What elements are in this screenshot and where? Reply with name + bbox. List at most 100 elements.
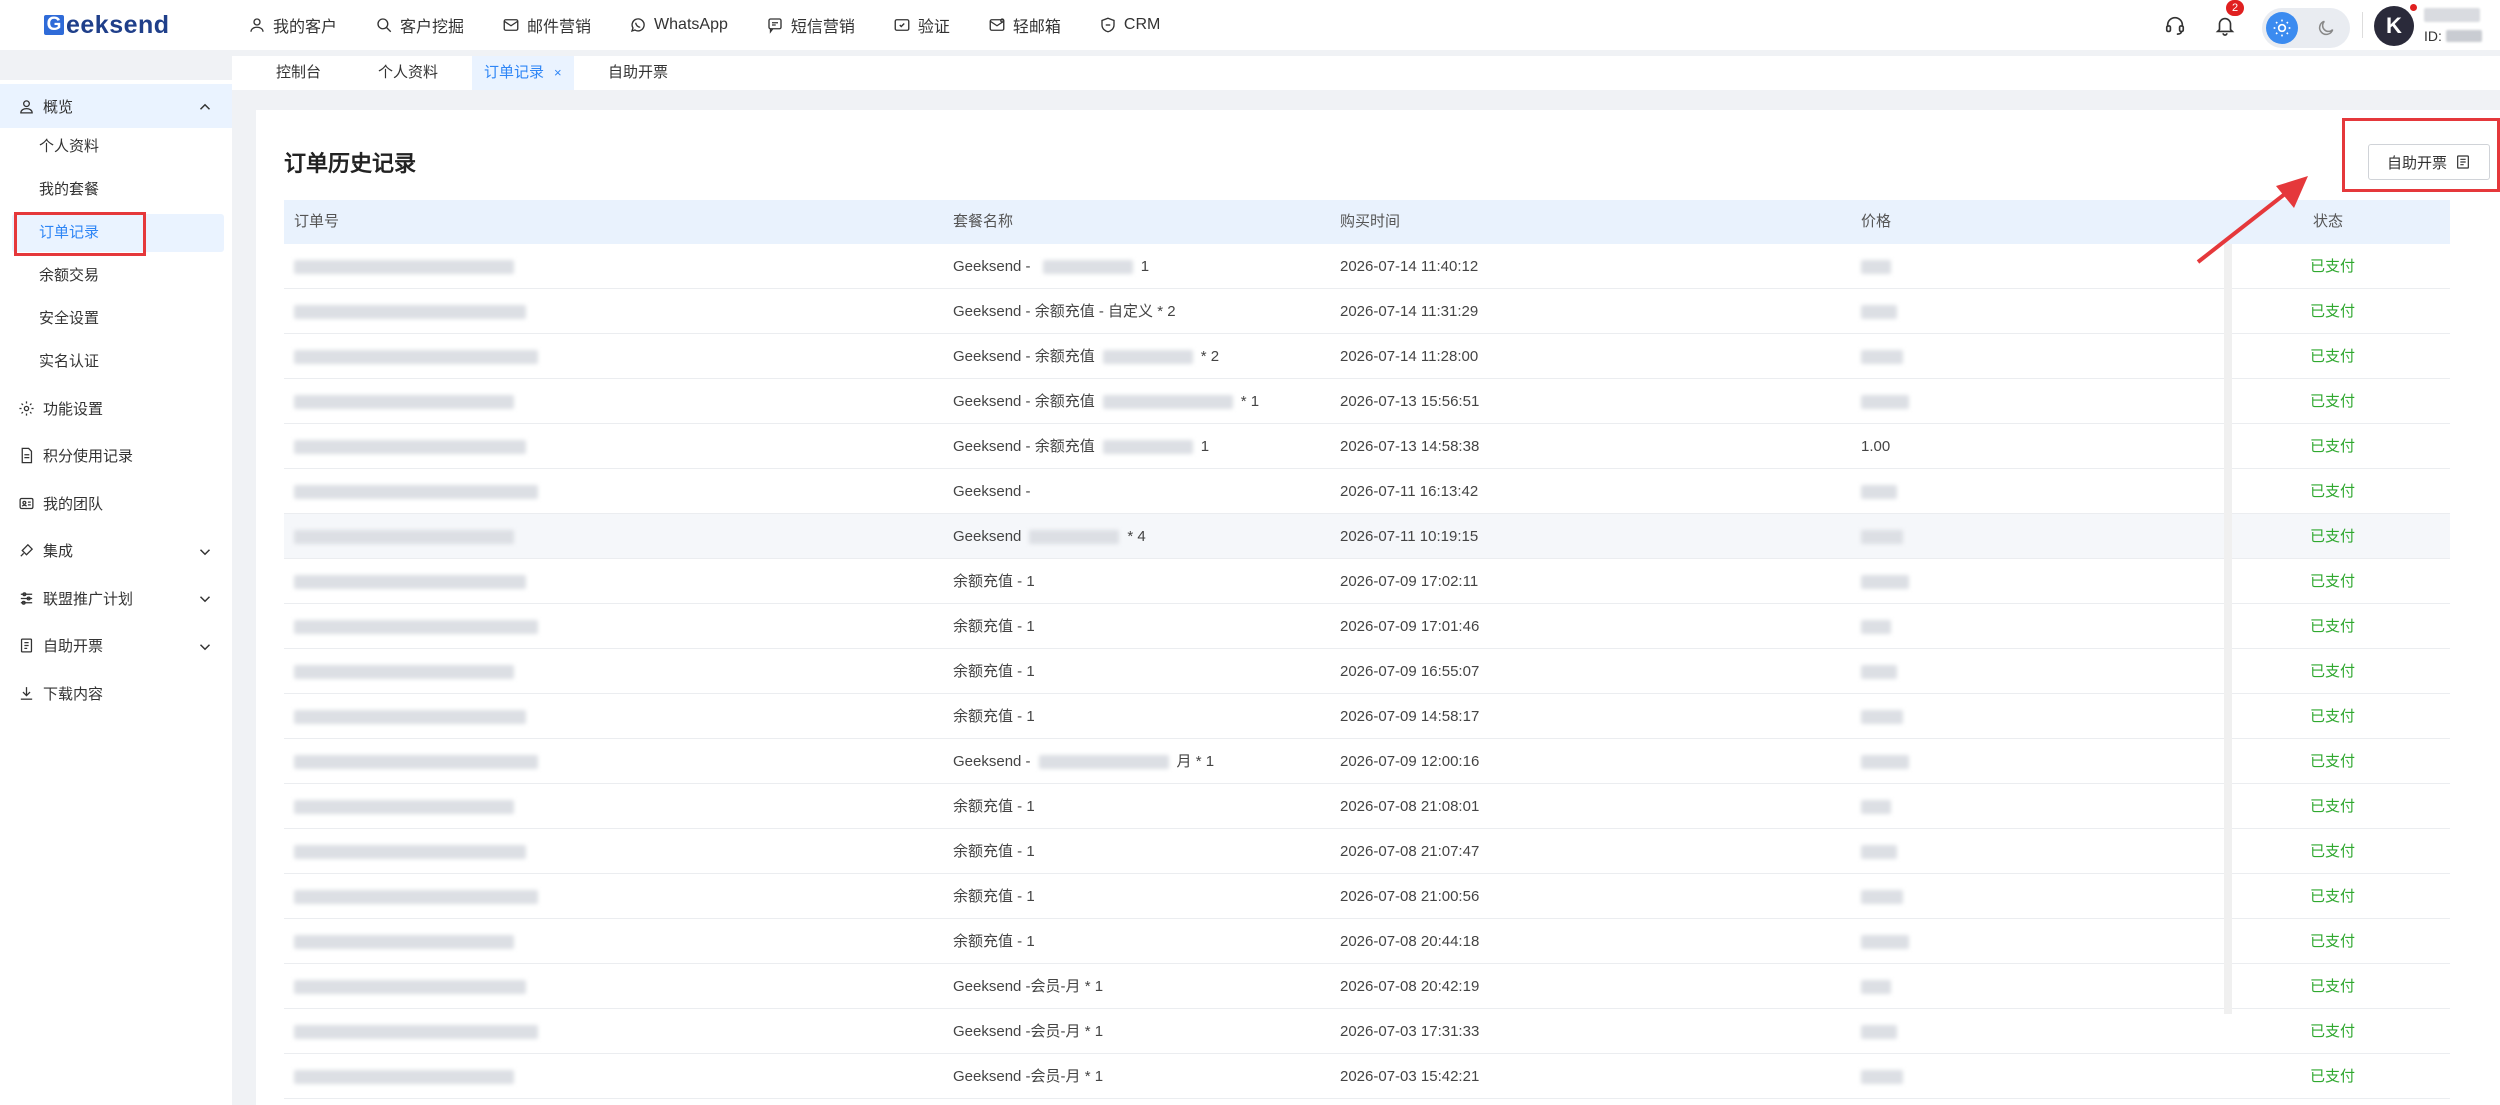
price-cell — [1861, 964, 1891, 1009]
nav-item-3[interactable]: WhatsApp — [629, 16, 728, 34]
tab-self-invoice[interactable]: 自助开票 — [596, 56, 680, 90]
table-row[interactable]: 余额充值 - 1 2026-07-08 21:00:56 已支付 — [284, 874, 2450, 919]
redacted-order-no — [294, 620, 538, 635]
table-row[interactable]: Geeksend * 4 2026-07-11 10:19:15 已支付 — [284, 514, 2450, 559]
nav-item-2[interactable]: 邮件营销 — [502, 13, 591, 37]
tab-dashboard[interactable]: 控制台 — [264, 56, 333, 90]
table-row[interactable]: Geeksend - 1 2026-07-14 11:40:12 已支付 — [284, 244, 2450, 289]
package-name: 余额充值 - 1 — [953, 798, 1035, 815]
nav-item-6[interactable]: 轻邮箱 — [988, 13, 1061, 37]
table-scrollbar[interactable] — [2224, 244, 2232, 1014]
table-row[interactable]: Geeksend - 月 * 1 2026-07-09 12:00:16 已支付 — [284, 739, 2450, 784]
table-row[interactable]: 余额充值 - 1 2026-07-09 14:58:17 已支付 — [284, 694, 2450, 739]
table-row[interactable]: 余额充值 - 1 2026-07-08 21:07:47 已支付 — [284, 829, 2450, 874]
time-cell: 2026-07-11 16:13:42 — [1340, 483, 1479, 500]
sidebar-item-5[interactable]: 实名认证 — [12, 343, 224, 381]
download-icon — [20, 686, 33, 700]
sidebar-item-label: 实名认证 — [39, 353, 100, 370]
nav-item-0[interactable]: 我的客户 — [248, 13, 337, 37]
redacted-order-no — [294, 485, 538, 500]
table-row[interactable]: 余额充值 - 1 2026-07-09 17:02:11 已支付 — [284, 559, 2450, 604]
bell-icon[interactable] — [2214, 14, 2236, 36]
headset-icon[interactable] — [2164, 14, 2186, 36]
close-icon[interactable]: × — [554, 65, 562, 80]
order-history-card: 订单历史记录 自助开票 订单号 套餐名称 购买时间 价格 状态 Geeksend… — [256, 110, 2500, 1105]
table-row[interactable]: 余额充值 - 1 2026-07-09 17:01:46 已支付 — [284, 604, 2450, 649]
nav-item-1[interactable]: 客户挖掘 — [375, 13, 464, 37]
status-badge: 已支付 — [2310, 573, 2356, 590]
sidebar-group-6[interactable]: 下载内容 — [0, 671, 232, 715]
order-no-cell — [294, 1054, 514, 1099]
tab-label: 自助开票 — [608, 64, 669, 81]
price-cell — [1861, 469, 1897, 514]
status-badge: 已支付 — [2310, 708, 2356, 725]
time-cell: 2026-07-09 17:02:11 — [1340, 573, 1479, 590]
sidebar-item-4[interactable]: 安全设置 — [12, 300, 224, 338]
sidebar-item-2[interactable]: 订单记录 — [12, 214, 224, 252]
order-no-cell — [294, 424, 526, 469]
time-cell: 2026-07-08 21:07:47 — [1340, 843, 1480, 860]
status-badge: 已支付 — [2310, 303, 2356, 320]
package-name-tail: 1 — [1140, 258, 1150, 275]
theme-toggle[interactable] — [2262, 8, 2350, 48]
person-icon — [20, 99, 33, 114]
self-invoice-button[interactable]: 自助开票 — [2368, 144, 2490, 180]
table-row[interactable]: Geeksend -会员-月 * 1 2026-07-03 15:42:21 已支付 — [284, 1054, 2450, 1099]
sidebar-item-1[interactable]: 我的套餐 — [12, 171, 224, 209]
package-cell: Geeksend - 余额充值 - 自定义 * 2 — [953, 289, 1176, 334]
table-row[interactable]: 余额充值 - 1 2026-07-08 20:44:18 已支付 — [284, 919, 2450, 964]
time-cell: 2026-07-08 20:42:19 — [1340, 978, 1480, 995]
online-dot — [2410, 4, 2417, 11]
package-name-tail: * 4 — [1127, 528, 1146, 545]
moon-icon[interactable] — [2316, 18, 2336, 38]
user-name-redacted — [2424, 8, 2480, 22]
table-row[interactable]: 余额充值 - 1 2026-07-09 16:55:07 已支付 — [284, 649, 2450, 694]
table-row[interactable]: Geeksend -会员-月 * 1 2026-07-08 20:42:19 已支付 — [284, 964, 2450, 1009]
chevron-down-icon[interactable] — [196, 543, 214, 561]
nav-item-7[interactable]: CRM — [1099, 16, 1160, 34]
sidebar-item-3[interactable]: 余额交易 — [12, 257, 224, 295]
status-badge: 已支付 — [2310, 843, 2356, 860]
document-icon — [21, 447, 33, 464]
table-row[interactable]: Geeksend - 2026-07-11 16:13:42 已支付 — [284, 469, 2450, 514]
package-name: 余额充值 - 1 — [953, 843, 1035, 860]
redacted-order-no — [294, 890, 538, 905]
redacted-order-no — [294, 845, 526, 860]
table-row[interactable]: Geeksend - 余额充值 * 1 2026-07-13 15:56:51 已支付 — [284, 379, 2450, 424]
sidebar-overview[interactable]: 概览 — [0, 84, 232, 128]
sidebar-group-5[interactable]: 自助开票 — [0, 624, 232, 668]
chevron-down-icon[interactable] — [196, 590, 214, 608]
table-row[interactable]: Geeksend -会员-月 * 1 2026-07-03 17:31:33 已支付 — [284, 1009, 2450, 1054]
table-row[interactable]: Geeksend - 余额充值 * 2 2026-07-14 11:28:00 已支付 — [284, 334, 2450, 379]
invoice-icon — [2457, 155, 2469, 169]
nav-item-4[interactable]: 短信营销 — [766, 13, 855, 37]
nav-item-label: WhatsApp — [654, 16, 728, 33]
sun-icon[interactable] — [2266, 12, 2298, 44]
price-cell — [1861, 874, 1903, 919]
tab-profile[interactable]: 个人资料 — [366, 56, 450, 90]
sidebar-group-4[interactable]: 联盟推广计划 — [0, 576, 232, 620]
header-divider — [2362, 12, 2363, 38]
sidebar-group-0[interactable]: 功能设置 — [0, 386, 232, 430]
geeksend-logo[interactable]: G eeksend — [44, 10, 170, 40]
sidebar-group-3[interactable]: 集成 — [0, 529, 232, 573]
redacted-order-no — [294, 935, 514, 950]
sidebar-group-1[interactable]: 积分使用记录 — [0, 434, 232, 478]
nav-item-5[interactable]: 验证 — [893, 13, 950, 37]
sidebar-item-0[interactable]: 个人资料 — [12, 128, 224, 166]
avatar[interactable]: K — [2374, 6, 2414, 46]
sidebar-item-label: 个人资料 — [39, 138, 100, 155]
sidebar-group-2[interactable]: 我的团队 — [0, 481, 232, 525]
nav-item-label: 轻邮箱 — [1012, 19, 1061, 36]
price-cell — [1861, 739, 1909, 784]
package-cell: Geeksend -会员-月 * 1 — [953, 964, 1103, 1009]
table-row[interactable]: Geeksend - 余额充值 - 自定义 * 2 2026-07-14 11:3… — [284, 289, 2450, 334]
redacted-price — [1861, 755, 1909, 770]
chevron-down-icon[interactable] — [196, 638, 214, 656]
package-cell: Geeksend - — [953, 469, 1031, 514]
table-row[interactable]: 余额充值 - 1 2026-07-08 21:08:01 已支付 — [284, 784, 2450, 829]
table-header: 订单号 套餐名称 购买时间 价格 状态 — [284, 200, 2450, 244]
chevron-up-icon[interactable] — [196, 98, 214, 116]
table-row[interactable]: Geeksend - 余额充值 1 2026-07-13 14:58:38 1.00 已… — [284, 424, 2450, 469]
tab-orders[interactable]: 订单记录 × — [472, 56, 574, 90]
